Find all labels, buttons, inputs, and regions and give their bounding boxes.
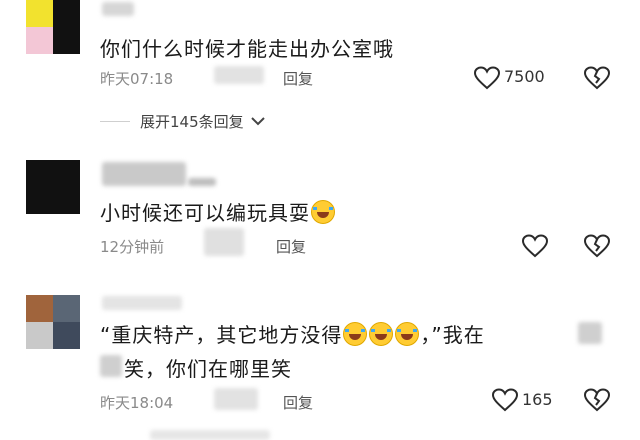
avatar[interactable]: [26, 160, 80, 214]
expand-divider: [100, 121, 130, 122]
expand-replies-label: 展开145条回复: [140, 113, 244, 131]
heart-icon[interactable]: [492, 388, 518, 412]
username-blurred-tail: [188, 178, 216, 186]
comment-text: 小时候还可以编玩具耍: [100, 197, 336, 226]
avatar[interactable]: [26, 295, 80, 349]
comment-time: 12分钟前: [100, 238, 165, 256]
broken-heart-icon[interactable]: [584, 234, 610, 258]
username-blurred[interactable]: [102, 2, 134, 16]
heart-icon[interactable]: [474, 66, 500, 90]
location-blurred: [214, 66, 264, 84]
like-count: 165: [522, 390, 553, 409]
comment-text-part2: ，”我在: [420, 323, 485, 347]
comment-time: 昨天07:18: [100, 70, 174, 88]
comment-text-body: 小时候还可以编玩具耍: [100, 201, 310, 225]
laughing-crying-emoji: [343, 322, 368, 346]
expand-replies-button[interactable]: 展开145条回复: [140, 111, 266, 132]
avatar[interactable]: [26, 0, 80, 54]
comment-text: 你们什么时候才能走出办公室哦: [100, 37, 394, 61]
comment-text-line2: 笑，你们在哪里笑: [124, 357, 292, 381]
reply-button[interactable]: 回复: [283, 392, 313, 413]
comment-text-part1: “重庆特产，其它地方没得: [100, 323, 343, 347]
location-blurred: [214, 388, 258, 410]
location-in-text-blurred: [578, 322, 602, 344]
laughing-crying-emoji: [369, 322, 394, 346]
comment-time: 昨天18:04: [100, 394, 174, 412]
reply-button[interactable]: 回复: [276, 236, 306, 257]
location-blurred: [204, 228, 244, 256]
username-blurred[interactable]: [102, 162, 186, 186]
chevron-down-icon: [251, 117, 266, 126]
heart-icon[interactable]: [522, 234, 548, 258]
laughing-crying-emoji: [311, 200, 335, 224]
comment-text: “重庆特产，其它地方没得 ，”我在: [100, 319, 485, 348]
broken-heart-icon[interactable]: [584, 66, 610, 90]
reply-button[interactable]: 回复: [283, 68, 313, 89]
next-comment-blurred: [150, 430, 270, 440]
location-in-text-blurred: [100, 355, 122, 377]
broken-heart-icon[interactable]: [584, 388, 610, 412]
username-blurred[interactable]: [102, 296, 182, 310]
laughing-crying-emoji: [395, 322, 420, 346]
like-count: 7500: [504, 67, 545, 86]
